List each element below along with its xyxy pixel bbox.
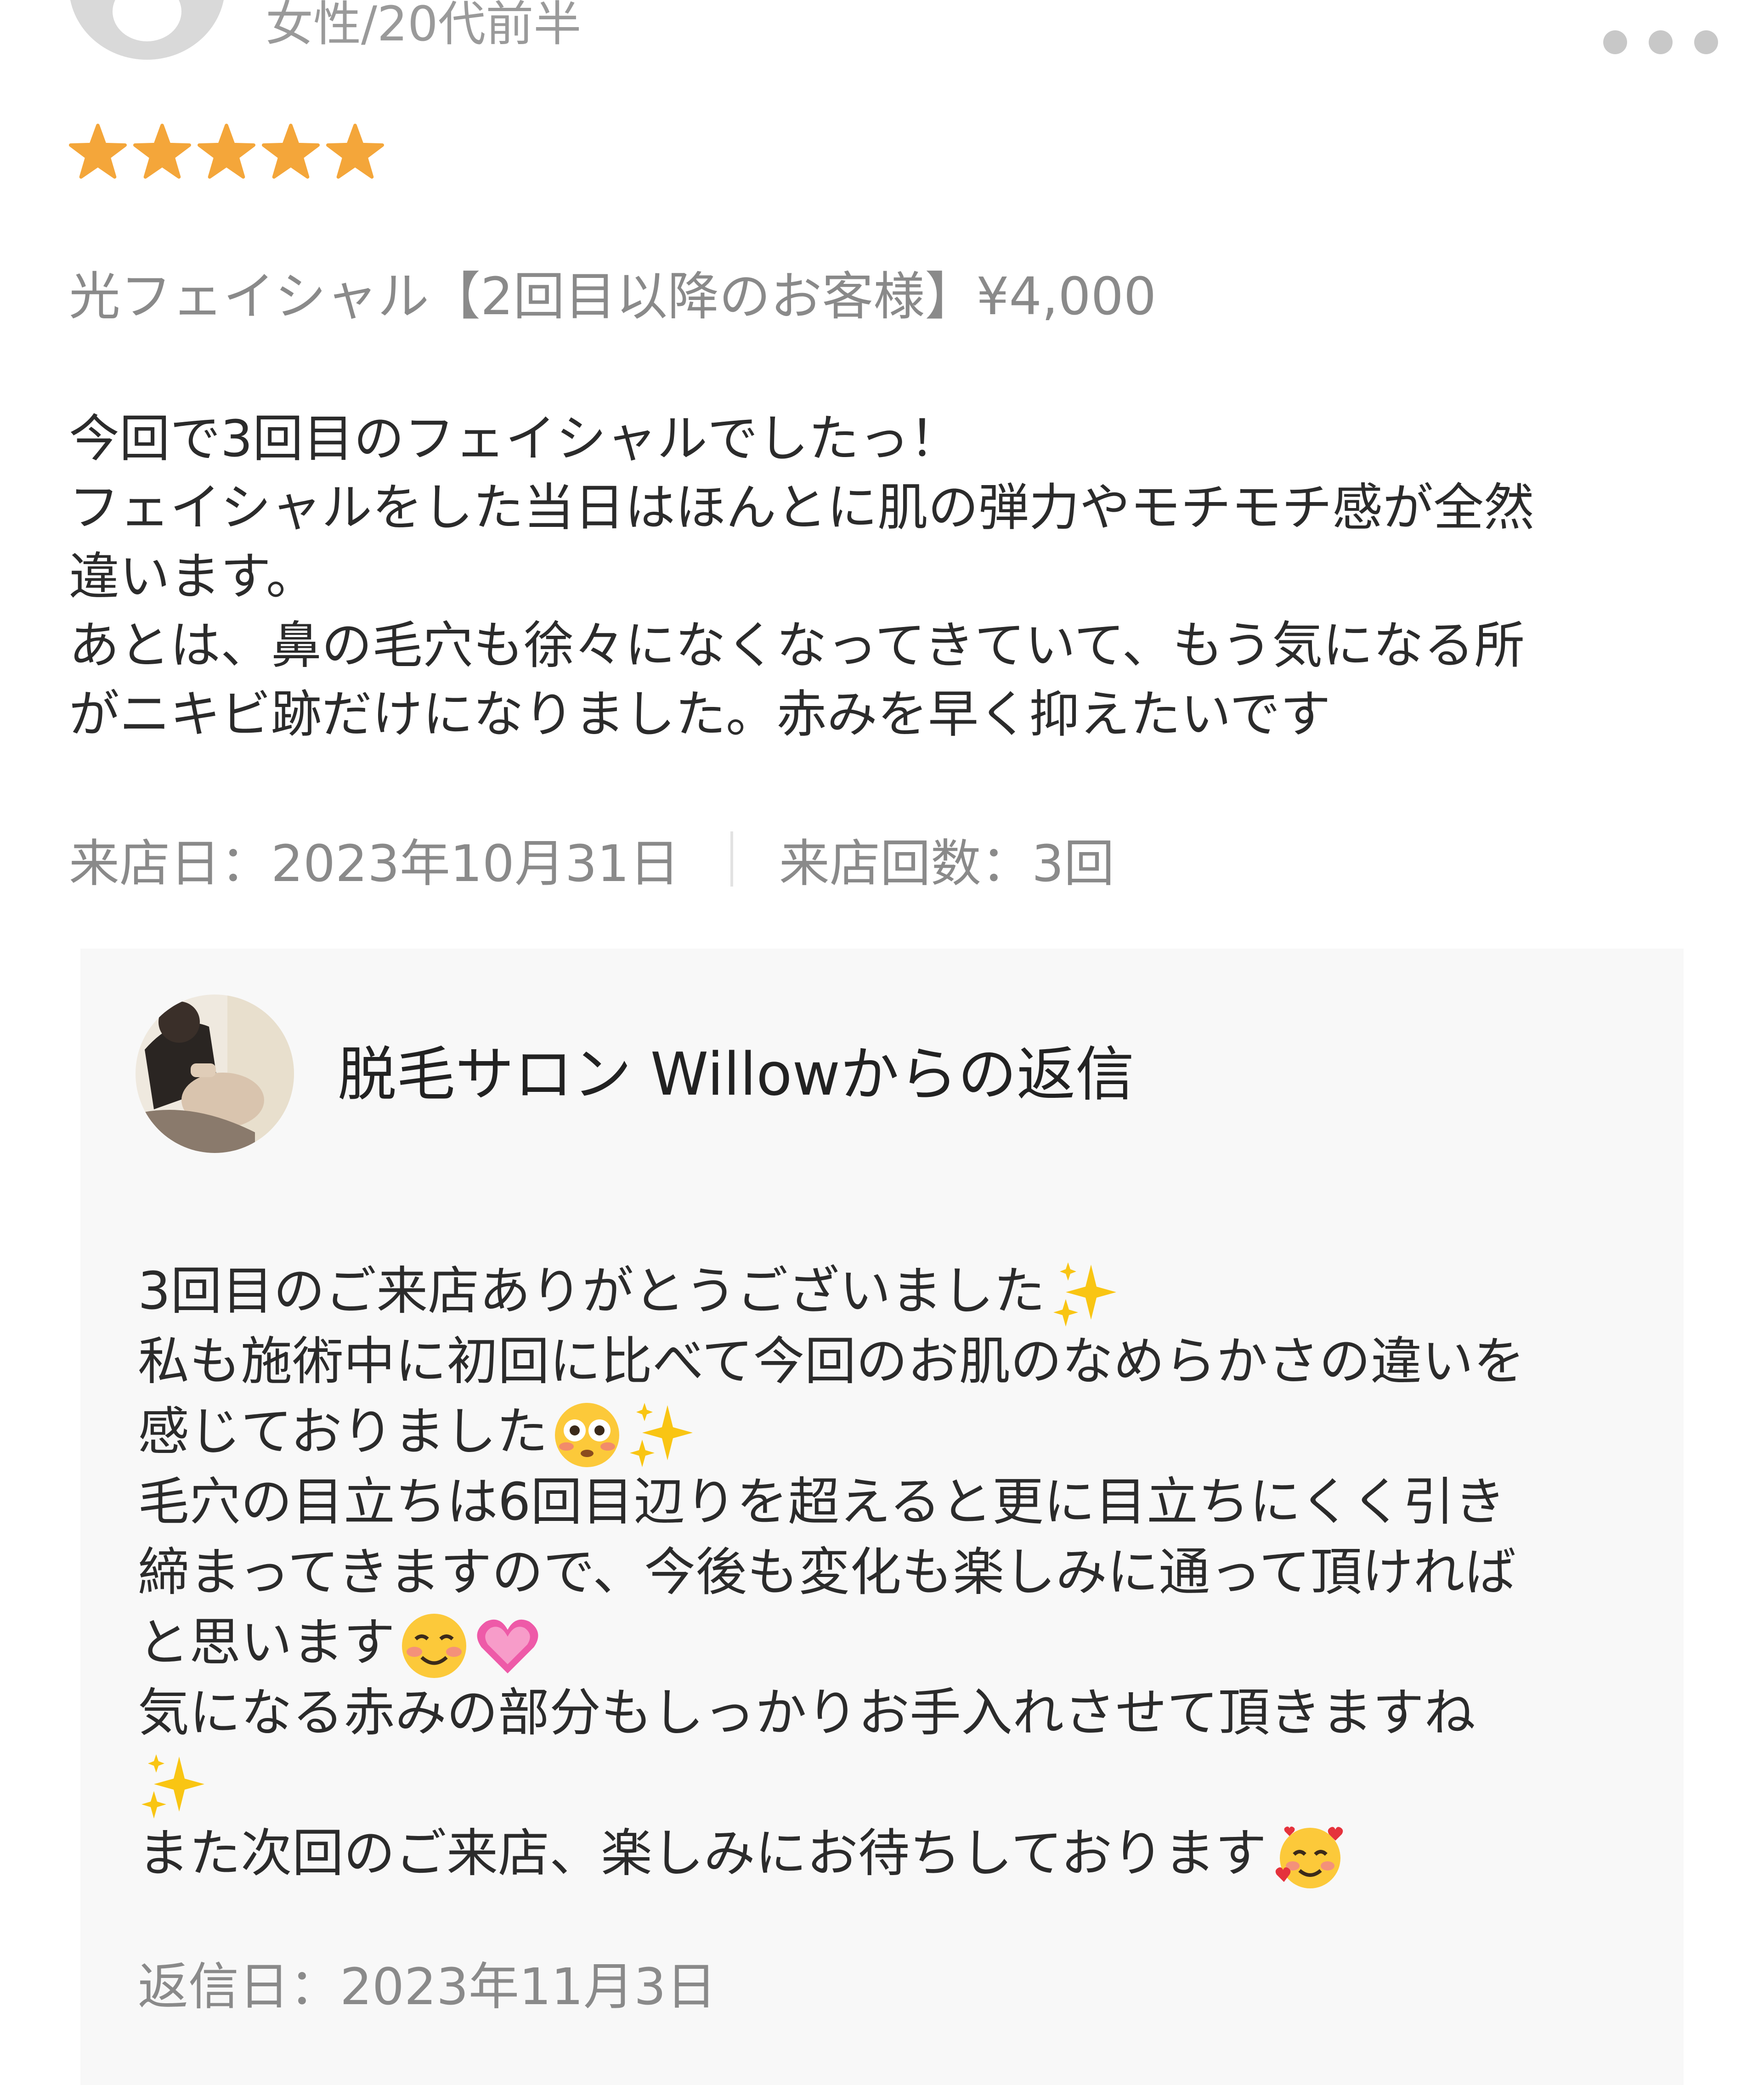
smiling-face-with-hearts-icon xyxy=(1271,1822,1349,1891)
salon-avatar xyxy=(136,994,294,1153)
visit-count: 来店回数：3回 xyxy=(779,834,1114,893)
more-dot-icon xyxy=(1649,30,1673,54)
review-line: あとは、鼻の毛穴も徐々になくなってきていて、もう気になる所 xyxy=(69,616,1525,675)
reply-line: また次回のご来店、楽しみにお待ちしております xyxy=(138,1819,1654,1889)
review-text: 今回で3回目のフェイシャルでしたっ！ フェイシャルをした当日はほんとに肌の弾力や… xyxy=(69,404,1704,749)
review-line: がニキビ跡だけになりました。赤みを早く抑えたいです xyxy=(69,685,1331,744)
sparkles-icon xyxy=(138,1752,207,1821)
review-line: 違います。 xyxy=(69,547,317,606)
salon-reply: 脱毛サロン Willowからの返信 3回目のご来店ありがとうございました 私も施… xyxy=(80,949,1684,2085)
review-line: フェイシャルをした当日はほんとに肌の弾力やモチモチ感が全然 xyxy=(69,478,1534,537)
menu-name: 光フェイシャル【2回目以降のお客様】¥4,000 xyxy=(69,267,1157,327)
star-rating xyxy=(69,123,384,181)
smiling-face-icon xyxy=(400,1611,469,1680)
star-icon xyxy=(198,124,255,179)
reply-line: 感じておりました xyxy=(138,1397,1654,1469)
reply-line: と思います xyxy=(138,1608,1654,1678)
more-dot-icon xyxy=(1694,30,1718,54)
reviewer-avatar xyxy=(69,0,225,60)
reply-title: 脱毛サロン Willowからの返信 xyxy=(338,1040,1135,1109)
more-dot-icon xyxy=(1603,30,1627,54)
reply-line xyxy=(138,1748,1654,1819)
reviewer-meta: 女性/20代前半 xyxy=(266,0,582,52)
reply-text: 3回目のご来店ありがとうございました 私も施術中に初回に比べて今回のお肌のなめら… xyxy=(138,1256,1654,1889)
visit-meta: 来店日：2023年10月31日 来店回数：3回 xyxy=(69,822,1114,896)
star-icon xyxy=(69,124,127,179)
reply-line: 気になる赤みの部分もしっかりお手入れさせて頂きますね xyxy=(138,1683,1476,1743)
reply-line: 私も施術中に初回に比べて今回のお肌のなめらかさの違いを xyxy=(138,1332,1525,1391)
sparkles-icon xyxy=(1050,1260,1119,1329)
sparkles-icon xyxy=(626,1401,695,1469)
reply-date: 返信日：2023年11月3日 xyxy=(138,1957,717,2016)
flushed-face-icon xyxy=(553,1401,622,1469)
review-line: 今回で3回目のフェイシャルでしたっ！ xyxy=(69,409,960,468)
pink-heart-icon xyxy=(473,1611,542,1680)
reply-line: 毛穴の目立ちは6回目辺りを超えると更に目立ちにくく引き xyxy=(138,1472,1506,1532)
reply-line: 3回目のご来店ありがとうございました xyxy=(138,1256,1654,1327)
divider xyxy=(730,831,733,887)
more-options-button[interactable] xyxy=(1603,28,1718,56)
visit-date: 来店日：2023年10月31日 xyxy=(69,834,680,893)
star-icon xyxy=(133,124,191,179)
star-icon xyxy=(262,124,320,179)
star-icon xyxy=(326,124,384,179)
reply-line: 締まってきますので、今後も変化も楽しみに通って頂ければ xyxy=(138,1543,1516,1602)
